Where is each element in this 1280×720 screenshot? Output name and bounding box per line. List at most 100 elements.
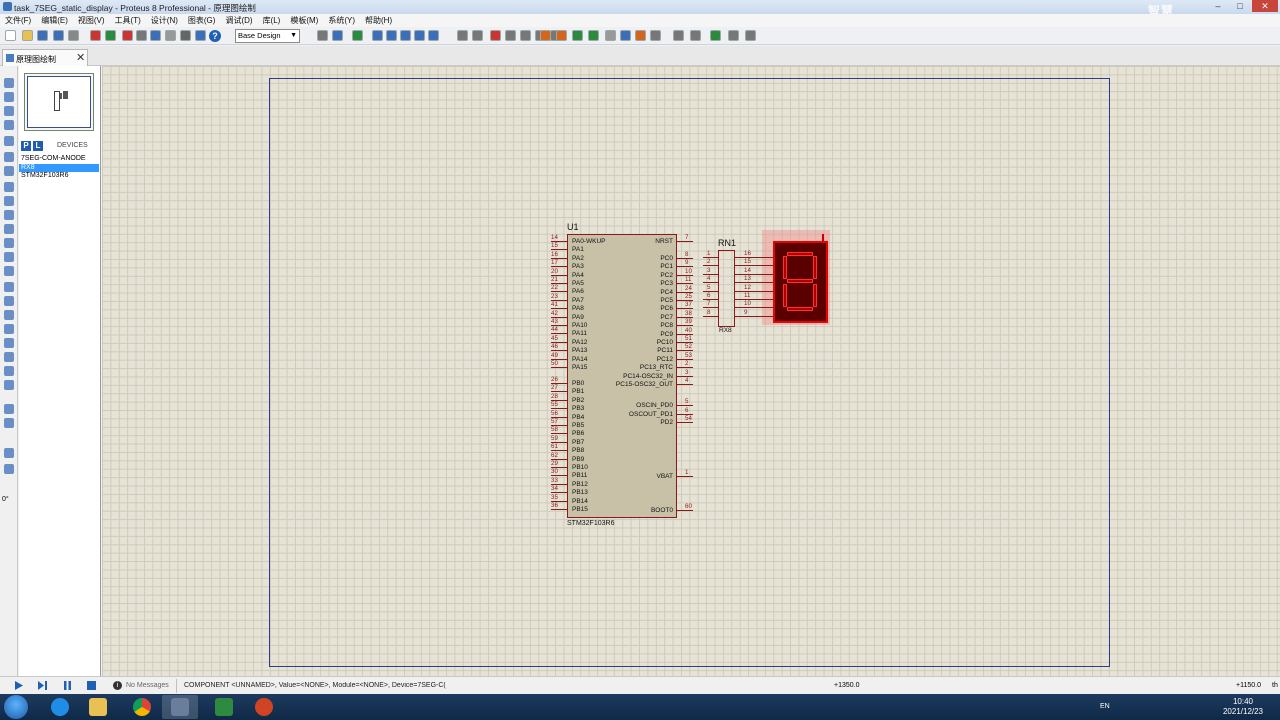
ie-taskbar-button[interactable] (42, 695, 78, 719)
menu-item[interactable]: 模板(M) (290, 15, 318, 26)
language-indicator[interactable]: EN (1100, 703, 1110, 710)
toolbar-icon[interactable] (53, 30, 64, 41)
toolbar-icon[interactable] (372, 30, 383, 41)
menu-item[interactable]: 系统(Y) (328, 15, 355, 26)
toolbar-icon[interactable] (605, 30, 616, 41)
menu-item[interactable]: 文件(F) (5, 15, 31, 26)
tool-icon[interactable] (4, 324, 14, 334)
tool-icon[interactable] (4, 152, 14, 162)
u1-reference[interactable]: U1 (567, 222, 579, 232)
seven-segment-display[interactable] (773, 241, 828, 323)
toolbar-icon[interactable] (650, 30, 661, 41)
resistor-network-body[interactable] (718, 250, 735, 327)
tool-icon[interactable] (4, 366, 14, 376)
menu-item[interactable]: 调试(D) (225, 15, 252, 26)
pick-devices-button[interactable]: P (21, 141, 31, 151)
tool-icon[interactable] (4, 224, 14, 234)
rn1-reference[interactable]: RN1 (718, 238, 736, 248)
stop-icon[interactable] (87, 681, 96, 690)
tool-icon[interactable] (4, 238, 14, 248)
toolbar-icon[interactable] (556, 30, 567, 41)
toolbar-icon[interactable] (414, 30, 425, 41)
start-button[interactable] (4, 695, 28, 719)
tab-schematic[interactable]: 原理图绘制 ✕ (2, 49, 88, 66)
help-icon[interactable]: ? (209, 30, 221, 42)
minimize-button[interactable]: – (1208, 0, 1228, 12)
maximize-button[interactable]: □ (1230, 0, 1250, 12)
tool-icon[interactable] (4, 136, 14, 146)
toolbar-icon[interactable] (457, 30, 468, 41)
toolbar-icon[interactable] (165, 30, 176, 41)
toolbar-icon[interactable] (5, 30, 16, 41)
tool-icon[interactable] (4, 196, 14, 206)
library-manager-button[interactable]: L (33, 141, 43, 151)
toolbar-icon[interactable] (673, 30, 684, 41)
menu-item[interactable]: 视图(V) (78, 15, 105, 26)
menu-item[interactable]: 库(L) (263, 15, 281, 26)
tab-close-button[interactable]: ✕ (76, 51, 85, 64)
toolbar-icon[interactable] (428, 30, 439, 41)
schematic-canvas[interactable] (102, 66, 1280, 676)
menu-item[interactable]: 设计(N) (151, 15, 178, 26)
chrome-taskbar-button[interactable] (124, 695, 160, 719)
toolbar-icon[interactable] (728, 30, 739, 41)
overview-window[interactable] (24, 73, 94, 131)
toolbar-icon[interactable] (745, 30, 756, 41)
menu-item[interactable]: 图表(G) (188, 15, 216, 26)
tool-icon[interactable] (4, 210, 14, 220)
toolbar-icon[interactable] (122, 30, 133, 41)
toolbar-icon[interactable] (105, 30, 116, 41)
device-list-item[interactable]: RX8 (19, 163, 99, 172)
taskbar-clock[interactable]: 10:40 2021/12/23 (1218, 697, 1268, 717)
tool-icon[interactable] (4, 282, 14, 292)
tool-icon[interactable] (4, 296, 14, 306)
toolbar-icon[interactable] (68, 30, 79, 41)
device-list-item[interactable]: 7SEG-COM-ANODE (19, 155, 99, 164)
toolbar-icon[interactable] (472, 30, 483, 41)
toolbar-icon[interactable] (150, 30, 161, 41)
powerpoint-taskbar-button[interactable] (246, 695, 282, 719)
toolbar-icon[interactable] (588, 30, 599, 41)
toolbar-icon[interactable] (195, 30, 206, 41)
tool-icon[interactable] (4, 120, 14, 130)
toolbar-icon[interactable] (332, 30, 343, 41)
toolbar-icon[interactable] (37, 30, 48, 41)
proteus-taskbar-button[interactable] (162, 695, 198, 719)
tool-icon[interactable] (4, 448, 14, 458)
tool-icon[interactable] (4, 464, 14, 474)
toolbar-icon[interactable] (620, 30, 631, 41)
tool-icon[interactable] (4, 166, 14, 176)
toolbar-icon[interactable] (180, 30, 191, 41)
toolbar-icon[interactable] (352, 30, 363, 41)
tool-icon[interactable] (4, 252, 14, 262)
play-icon[interactable] (14, 681, 23, 690)
tool-icon[interactable] (4, 418, 14, 428)
menu-item[interactable]: 工具(T) (115, 15, 141, 26)
explorer-taskbar-button[interactable] (80, 695, 116, 719)
tool-icon[interactable] (4, 338, 14, 348)
toolbar-icon[interactable] (490, 30, 501, 41)
tool-icon[interactable] (4, 106, 14, 116)
close-button[interactable]: ✕ (1252, 0, 1278, 12)
tool-icon[interactable] (4, 310, 14, 320)
toolbar-icon[interactable] (386, 30, 397, 41)
toolbar-icon[interactable] (520, 30, 531, 41)
toolbar-icon[interactable] (540, 30, 551, 41)
tool-icon[interactable] (4, 404, 14, 414)
menu-item[interactable]: 帮助(H) (365, 15, 392, 26)
keil-taskbar-button[interactable] (206, 695, 242, 719)
toolbar-icon[interactable] (136, 30, 147, 41)
step-icon[interactable] (38, 681, 47, 690)
messages-status[interactable]: No Messages (126, 682, 169, 689)
device-list-item[interactable]: STM32F103R6 (19, 172, 99, 181)
tool-icon[interactable] (4, 380, 14, 390)
tool-icon[interactable] (4, 182, 14, 192)
menu-item[interactable]: 编辑(E) (41, 15, 68, 26)
toolbar-icon[interactable] (22, 30, 33, 41)
toolbar-icon[interactable] (317, 30, 328, 41)
toolbar-icon[interactable] (400, 30, 411, 41)
tool-icon[interactable] (4, 92, 14, 102)
toolbar-icon[interactable] (710, 30, 721, 41)
design-select[interactable]: Base Design ▼ (235, 29, 300, 43)
toolbar-icon[interactable] (635, 30, 646, 41)
